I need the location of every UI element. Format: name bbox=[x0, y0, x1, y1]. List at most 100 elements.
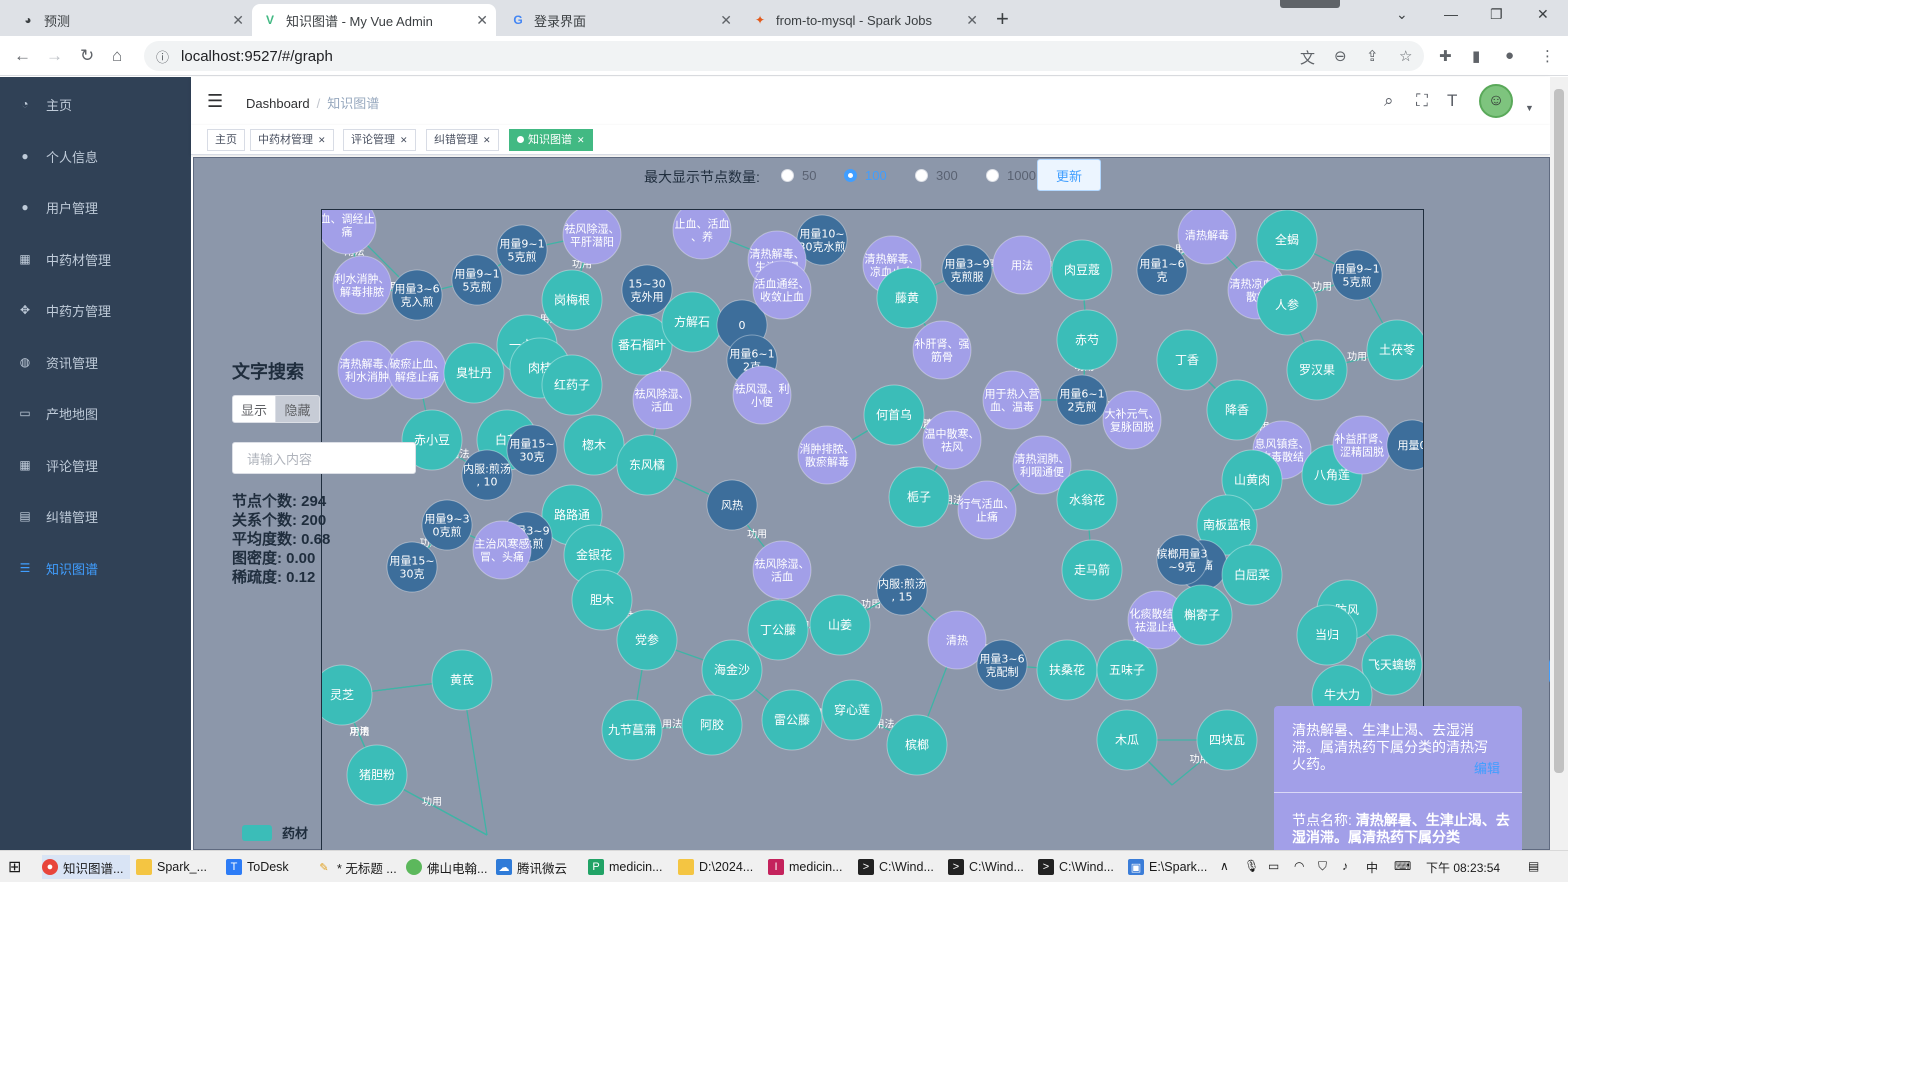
graph-node[interactable]: 当归 bbox=[1296, 604, 1358, 666]
close-icon[interactable]: ✕ bbox=[318, 135, 326, 145]
sidebar-item-users[interactable]: ● 用户管理 bbox=[0, 181, 191, 233]
graph-node[interactable]: 白屈菜 bbox=[1221, 544, 1283, 606]
radio-300[interactable]: 300 bbox=[915, 168, 958, 183]
graph-node[interactable]: 消肿排脓、散瘀解毒 bbox=[797, 425, 857, 485]
scrollbar-thumb[interactable] bbox=[1554, 89, 1564, 773]
graph-node[interactable]: 用量3~6克配制 bbox=[976, 639, 1028, 691]
graph-node[interactable]: 温中散寒、祛风 bbox=[922, 410, 982, 470]
hamburger-icon[interactable]: ☰ bbox=[207, 91, 223, 112]
caret-down-icon[interactable]: ▼ bbox=[1525, 103, 1534, 113]
graph-node[interactable]: 方解石 bbox=[661, 291, 723, 353]
notification-icon[interactable]: ▤ bbox=[1528, 859, 1539, 873]
font-size-icon[interactable]: T bbox=[1447, 91, 1457, 111]
graph-node[interactable]: 用量3~9克煎服 bbox=[941, 244, 993, 296]
graph-node[interactable]: 山姜 bbox=[809, 594, 871, 656]
taskbar-medicine1[interactable]: Pmedicin... bbox=[588, 855, 663, 879]
tag-herbs[interactable]: 中药材管理 ✕ bbox=[250, 129, 334, 151]
graph-node[interactable]: 补益肝肾、涩精固脱 bbox=[1332, 415, 1392, 475]
graph-node[interactable]: 用量6~12克煎 bbox=[1056, 374, 1108, 426]
taskbar-todesk[interactable]: T ToDesk bbox=[226, 855, 289, 879]
taskbar-tencent[interactable]: ☁ 腾讯微云 bbox=[496, 855, 567, 879]
sidebar-item-corrections[interactable]: ▤ 纠错管理 bbox=[0, 490, 191, 542]
graph-node[interactable]: 用量9~15克煎 bbox=[451, 254, 503, 306]
breadcrumb-dashboard[interactable]: Dashboard bbox=[246, 96, 310, 111]
graph-node[interactable]: 楤木 bbox=[563, 414, 625, 476]
windows-start-icon[interactable]: ⊞ bbox=[8, 855, 21, 879]
graph-node[interactable]: 用量9~30克煎 bbox=[421, 499, 473, 551]
taskbar-medicine2[interactable]: Imedicin... bbox=[768, 855, 843, 879]
graph-node[interactable]: 内服:煎汤, 15 bbox=[876, 564, 928, 616]
graph-node[interactable]: 黄芪 bbox=[431, 649, 493, 711]
forward-icon[interactable]: → bbox=[46, 46, 63, 66]
back-icon[interactable]: ← bbox=[14, 46, 31, 66]
graph-node[interactable]: 用于热入营血、温毒 bbox=[982, 370, 1042, 430]
graph-node[interactable]: 用量15~30克 bbox=[386, 541, 438, 593]
graph-node[interactable]: 灵芝 bbox=[322, 664, 373, 726]
share-icon[interactable]: ⇪ bbox=[1366, 47, 1379, 65]
close-icon[interactable]: ✕ bbox=[577, 135, 585, 145]
graph-node[interactable]: 祛风除湿、平肝潜阳 bbox=[562, 210, 622, 265]
graph-node[interactable]: 扶桑花 bbox=[1036, 639, 1098, 701]
graph-node[interactable]: 阿胶 bbox=[681, 694, 743, 756]
graph-node[interactable]: 土茯苓 bbox=[1366, 319, 1424, 381]
radio-50[interactable]: 50 bbox=[781, 168, 816, 183]
tray-chevron-icon[interactable]: ∧ bbox=[1220, 859, 1229, 873]
graph-node[interactable]: 主治风寒感冒、头痛 bbox=[472, 520, 532, 580]
graph-node[interactable]: 用量1~6克 bbox=[1136, 244, 1188, 296]
sidepanel-icon[interactable]: ▮ bbox=[1472, 47, 1480, 65]
show-button[interactable]: 显示 bbox=[232, 395, 276, 423]
graph-node[interactable]: 内服:煎汤, 10 bbox=[461, 449, 513, 501]
graph-node[interactable]: 人参 bbox=[1256, 274, 1318, 336]
update-button[interactable]: 更新 bbox=[1037, 159, 1101, 191]
browser-tab-graph[interactable]: V 知识图谱 - My Vue Admin ✕ bbox=[252, 4, 496, 36]
graph-node[interactable]: 红药子 bbox=[541, 354, 603, 416]
close-icon[interactable]: ✕ bbox=[483, 135, 491, 145]
sidebar-item-herbs[interactable]: ▦ 中药材管理 bbox=[0, 233, 191, 285]
sidebar-item-news[interactable]: ◍ 资讯管理 bbox=[0, 336, 191, 388]
close-icon[interactable]: ✕ bbox=[720, 12, 732, 29]
extensions-icon[interactable]: ✚ bbox=[1439, 47, 1452, 65]
keyboard-icon[interactable]: ⌨ bbox=[1394, 859, 1411, 873]
graph-node[interactable]: 臭牡丹 bbox=[443, 342, 505, 404]
sidebar-item-home[interactable]: ◔ 主页 bbox=[0, 78, 191, 130]
clock[interactable]: 下午 08:23:54 bbox=[1426, 859, 1500, 876]
reload-icon[interactable]: ↻ bbox=[80, 46, 94, 66]
graph-node[interactable]: 胆木 bbox=[571, 569, 633, 631]
graph-node[interactable]: 丁香 bbox=[1156, 329, 1218, 391]
new-tab-button[interactable]: + bbox=[996, 6, 1009, 32]
graph-node[interactable]: 五味子 bbox=[1096, 639, 1158, 701]
taskbar-chrome[interactable]: ● 知识图谱... bbox=[42, 855, 130, 879]
home-icon[interactable]: ⌂ bbox=[112, 46, 122, 66]
avatar[interactable]: ☺ bbox=[1479, 84, 1513, 118]
graph-node[interactable]: 藤黄 bbox=[876, 267, 938, 329]
search-icon[interactable]: ⌕ bbox=[1384, 91, 1394, 111]
graph-node[interactable]: 何首乌 bbox=[863, 384, 925, 446]
graph-node[interactable]: 赤芍 bbox=[1056, 309, 1118, 371]
graph-node[interactable]: 用量0 bbox=[1386, 419, 1424, 471]
graph-node[interactable]: 降香 bbox=[1206, 379, 1268, 441]
profile-icon[interactable]: ● bbox=[1505, 47, 1514, 64]
translate-icon[interactable]: 文 bbox=[1300, 47, 1315, 68]
tag-comments[interactable]: 评论管理 ✕ bbox=[343, 129, 416, 151]
close-icon[interactable]: ✕ bbox=[476, 12, 488, 29]
graph-node[interactable]: 栀子 bbox=[888, 466, 950, 528]
graph-node[interactable]: 用量9~15克煎 bbox=[1331, 249, 1383, 301]
browser-tab-login[interactable]: G 登录界面 ✕ bbox=[500, 4, 740, 36]
sidebar-item-profile[interactable]: ● 个人信息 bbox=[0, 130, 191, 182]
edit-link[interactable]: 编辑 bbox=[1474, 758, 1500, 777]
graph-node[interactable]: 肉豆蔻 bbox=[1051, 239, 1113, 301]
sidebar-item-map[interactable]: ▭ 产地地图 bbox=[0, 387, 191, 439]
taskbar-cmd1[interactable]: > C:\Wind... bbox=[858, 855, 934, 879]
graph-node[interactable]: 槟榔 bbox=[886, 714, 948, 776]
graph-node[interactable]: 大补元气、复脉固脱 bbox=[1102, 390, 1162, 450]
graph-node[interactable]: 雷公藤 bbox=[761, 689, 823, 751]
graph-node[interactable]: 东风橘 bbox=[616, 434, 678, 496]
zoom-icon[interactable]: ⊖ bbox=[1334, 47, 1347, 65]
tag-graph[interactable]: 知识图谱 ✕ bbox=[509, 129, 593, 151]
graph-node[interactable]: 海金沙 bbox=[701, 639, 763, 701]
browser-tab-predict[interactable]: ◕ 预测 ✕ bbox=[10, 4, 252, 36]
search-input[interactable]: 请输入内容 bbox=[232, 442, 416, 474]
ime-icon[interactable]: 中 bbox=[1366, 859, 1378, 876]
taskbar-d-drive[interactable]: D:\2024... bbox=[678, 855, 753, 879]
graph-node[interactable]: 清热解毒 bbox=[1177, 210, 1237, 265]
